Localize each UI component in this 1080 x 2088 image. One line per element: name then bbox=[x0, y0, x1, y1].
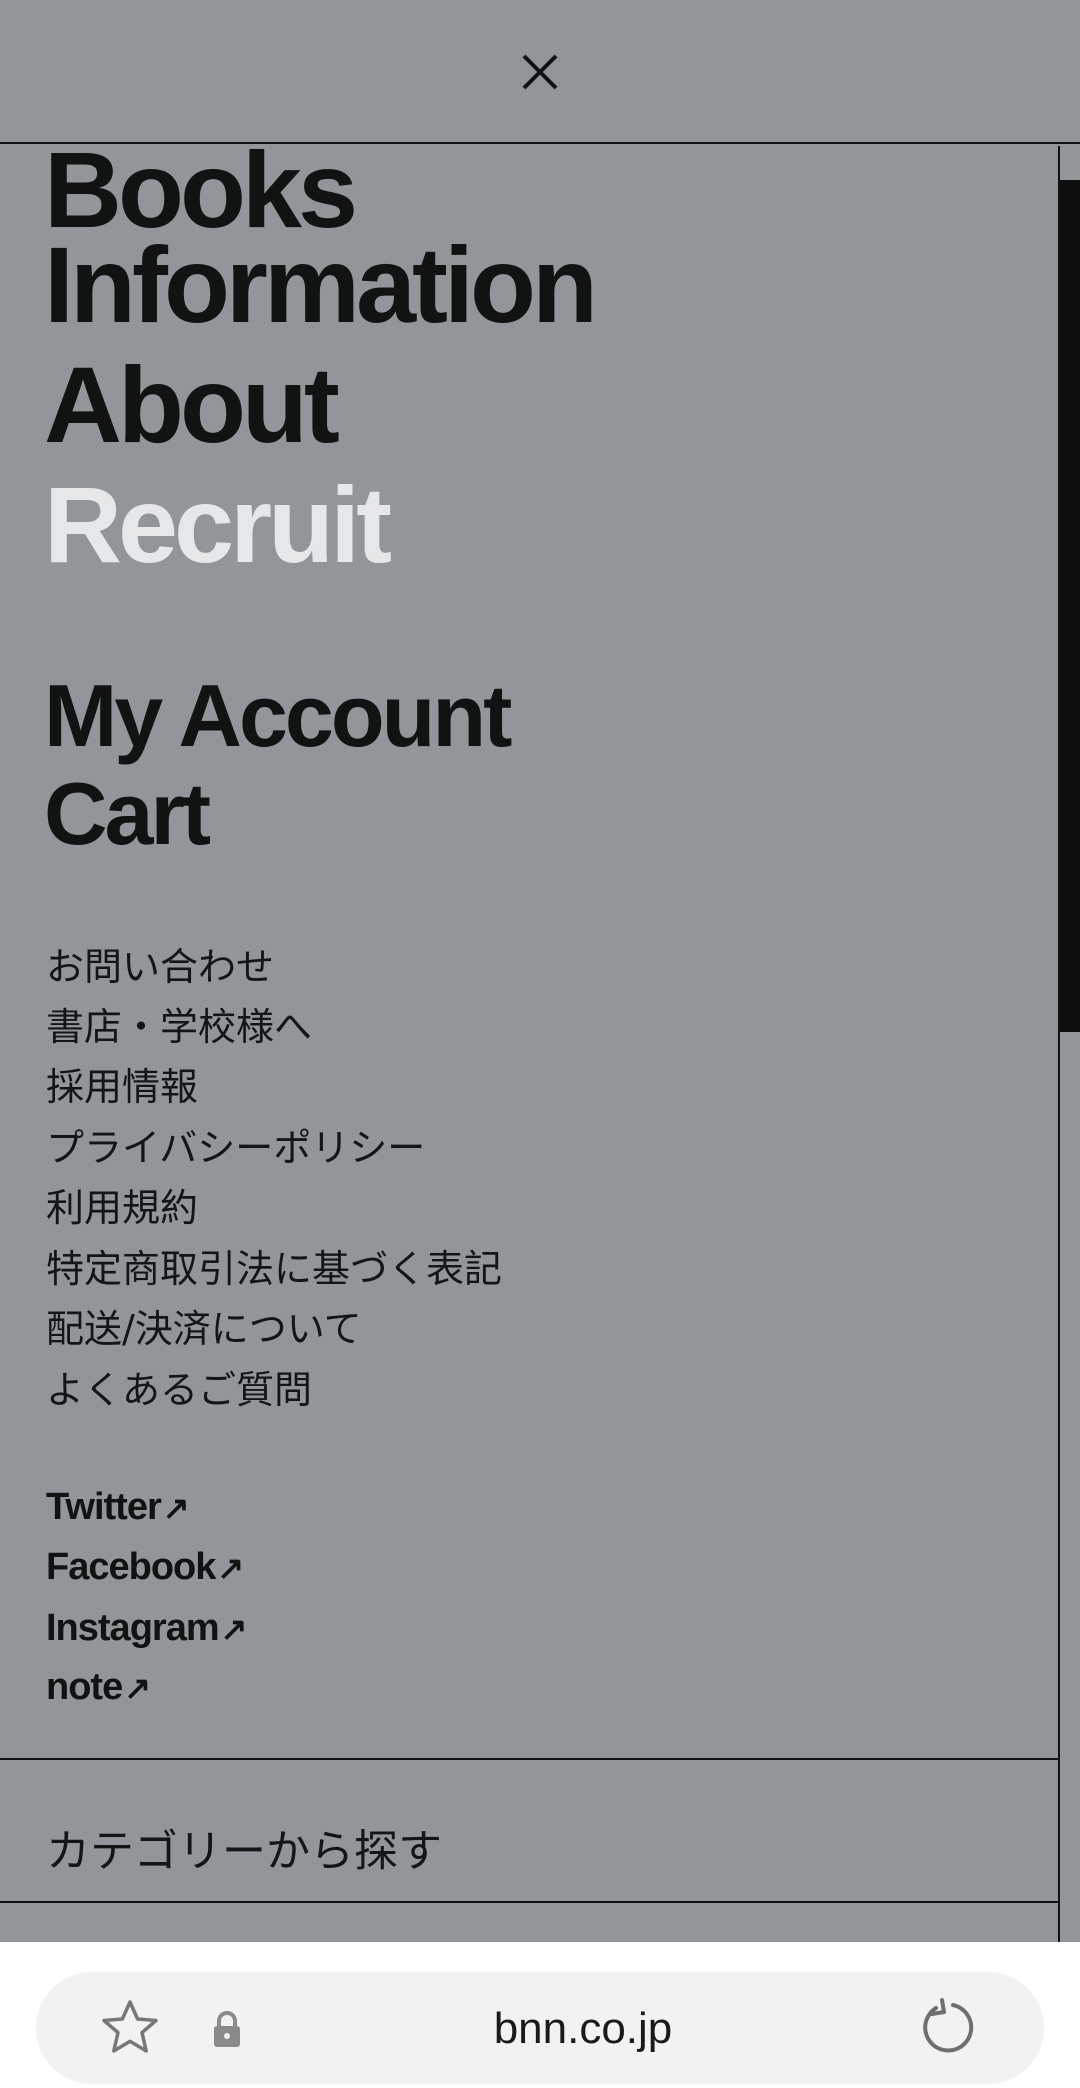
nav-item-about[interactable]: About bbox=[44, 351, 340, 459]
url-text[interactable]: bnn.co.jp bbox=[400, 2004, 766, 2054]
external-link-icon: ↗ bbox=[124, 1670, 151, 1706]
lock-icon bbox=[214, 2011, 240, 2047]
link-shipping-payment[interactable]: 配送/決済について bbox=[46, 1310, 362, 1348]
divider bbox=[0, 1901, 1058, 1903]
divider bbox=[0, 1758, 1058, 1760]
link-instagram[interactable]: Instagram↗ bbox=[46, 1607, 248, 1649]
menu-content[interactable]: Books Information About Recruit My Accou… bbox=[0, 146, 1058, 1942]
link-contact[interactable]: お問い合わせ bbox=[46, 948, 274, 986]
scrollbar-thumb[interactable] bbox=[1060, 180, 1080, 1032]
external-link-icon: ↗ bbox=[217, 1550, 244, 1586]
link-facebook-label: Facebook bbox=[46, 1546, 216, 1588]
reload-icon[interactable] bbox=[918, 1998, 978, 2058]
link-terms[interactable]: 利用規約 bbox=[46, 1189, 198, 1227]
menu-header bbox=[0, 0, 1080, 144]
nav-item-cart[interactable]: Cart bbox=[44, 770, 211, 858]
link-recruit-info[interactable]: 採用情報 bbox=[46, 1068, 198, 1106]
external-link-icon: ↗ bbox=[220, 1611, 248, 1647]
link-facebook[interactable]: Facebook↗ bbox=[46, 1546, 244, 1588]
link-faq[interactable]: よくあるご質問 bbox=[46, 1371, 312, 1409]
external-link-icon: ↗ bbox=[162, 1490, 190, 1526]
nav-item-information[interactable]: Information bbox=[44, 231, 598, 339]
close-icon[interactable] bbox=[518, 50, 562, 94]
link-note[interactable]: note↗ bbox=[46, 1666, 151, 1708]
link-note-label: note bbox=[46, 1666, 123, 1708]
link-commercial-law[interactable]: 特定商取引法に基づく表記 bbox=[46, 1250, 502, 1288]
link-bookstores-schools[interactable]: 書店・学校様へ bbox=[46, 1008, 312, 1046]
nav-item-my-account[interactable]: My Account bbox=[44, 672, 512, 760]
link-instagram-label: Instagram bbox=[46, 1607, 220, 1649]
nav-item-recruit[interactable]: Recruit bbox=[44, 471, 392, 579]
category-section-toggle[interactable]: カテゴリーから探す bbox=[46, 1830, 442, 1874]
link-twitter-label: Twitter bbox=[46, 1486, 162, 1528]
link-privacy-policy[interactable]: プライバシーポリシー bbox=[46, 1129, 425, 1167]
star-icon[interactable] bbox=[100, 1998, 160, 2058]
link-twitter[interactable]: Twitter↗ bbox=[46, 1486, 190, 1528]
